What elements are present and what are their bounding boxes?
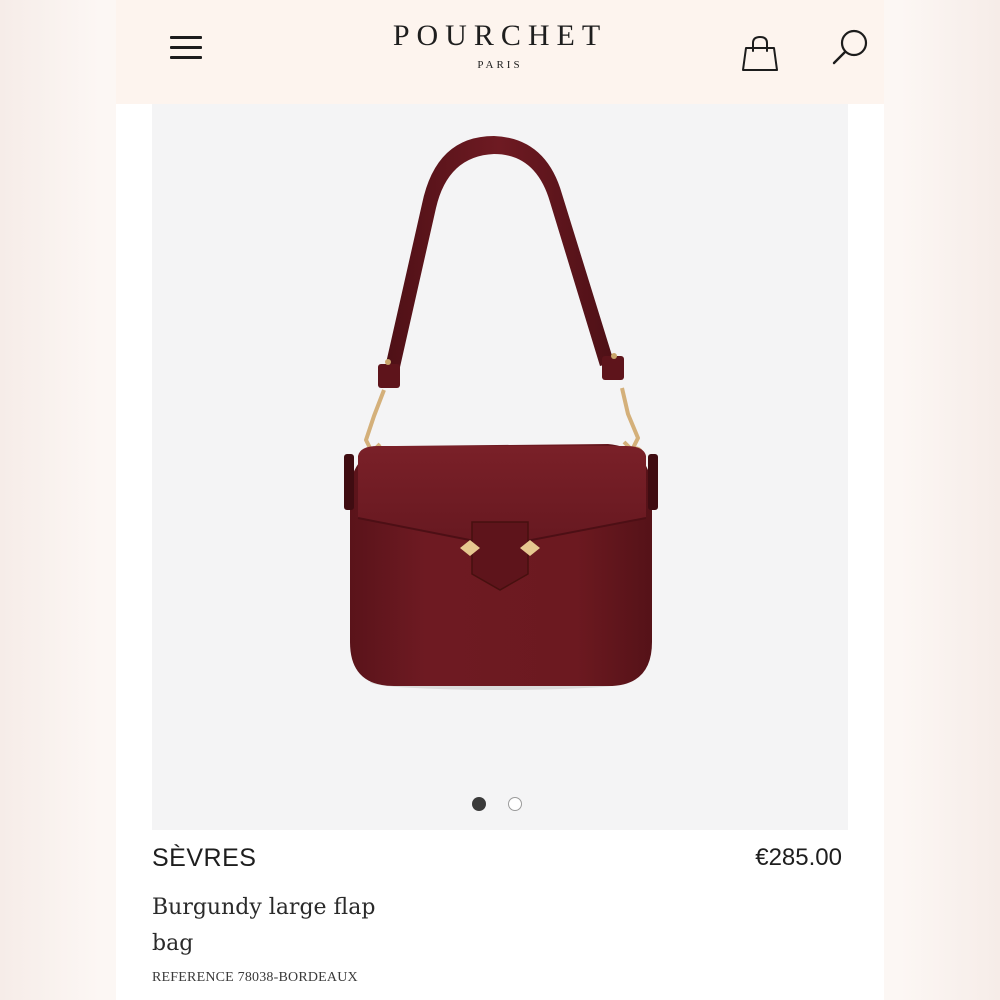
gallery-dot-1[interactable] xyxy=(472,797,486,811)
gallery-pagination xyxy=(466,797,536,813)
gallery-dot-2[interactable] xyxy=(508,797,522,811)
product-description: Burgundy large flap bag xyxy=(152,895,376,956)
brand-logo[interactable]: POURCHET PARIS xyxy=(350,18,650,72)
site-header: POURCHET PARIS xyxy=(116,0,884,104)
product-content: SÈVRES €285.00 Burgundy large flap bag R… xyxy=(116,104,884,1000)
product-price: €285.00 xyxy=(755,844,842,871)
hamburger-menu-icon[interactable] xyxy=(170,36,202,60)
search-icon xyxy=(832,29,868,65)
product-name: SÈVRES xyxy=(152,844,257,872)
product-image-burgundy-bag[interactable] xyxy=(152,104,848,830)
product-gallery[interactable] xyxy=(152,104,848,830)
search-button[interactable] xyxy=(830,26,872,68)
brand-name: POURCHET xyxy=(392,19,608,52)
cart-button[interactable] xyxy=(740,34,780,74)
brand-subtitle: PARIS xyxy=(477,59,523,71)
product-reference: REFERENCE 78038-BORDEAUX xyxy=(152,970,358,985)
shopping-bag-icon xyxy=(742,35,778,71)
